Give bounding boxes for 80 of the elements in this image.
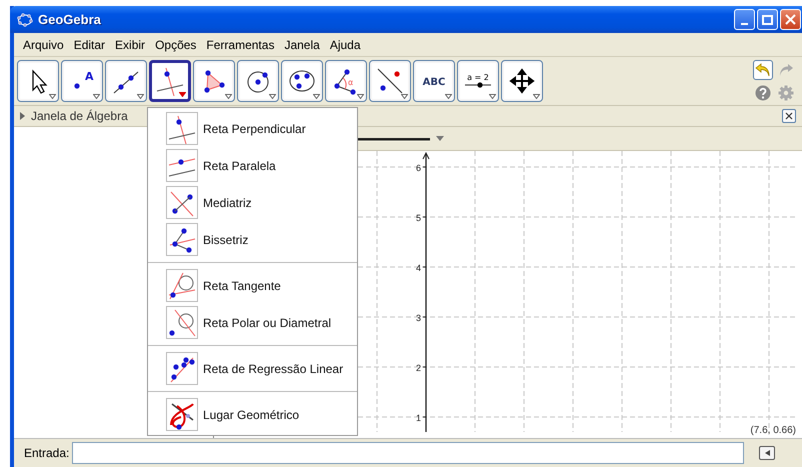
dropdown-triangle-icon [49,94,56,99]
tool-button[interactable]: ABC [413,60,455,102]
tool-button[interactable] [281,60,323,102]
dropdown-item[interactable]: Reta Polar ou Diametral [148,304,357,341]
tool-button[interactable] [149,60,191,102]
dropdown-triangle-icon [489,94,496,99]
text-tool-icon: ABC [419,66,449,96]
dropdown-triangle-icon [445,94,452,99]
perpendicular-tool-icon [155,66,185,96]
dropdown-item-label: Lugar Geométrico [203,408,300,422]
axis-tick-label: 4 [416,263,421,273]
dropdown-triangle-icon [225,94,232,99]
undo-button[interactable] [753,60,773,80]
menu-item[interactable]: Exibir [110,38,150,52]
menu-item[interactable]: Ajuda [324,38,366,52]
dropdown-item[interactable]: Reta Paralela [148,147,357,184]
tool-button[interactable] [193,60,235,102]
help-icon [755,84,771,100]
menu-item[interactable]: Arquivo [18,38,69,52]
left-triangle-icon [764,450,770,456]
view-title: Janela de Álgebra [31,109,128,123]
dropdown-triangle-icon [357,94,364,99]
dropdown-item[interactable]: Reta Tangente [148,267,357,304]
menu-item[interactable]: Editar [68,38,110,52]
dropdown-item-label: Reta de Regressão Linear [203,362,344,376]
dropdown-item-label: Reta Perpendicular [203,122,306,136]
close-view-button[interactable] [782,109,796,123]
tool-button[interactable]: A [61,60,103,102]
dropdown-item[interactable]: Lugar Geométrico [148,396,357,433]
dropdown-triangle-icon [269,94,276,99]
close-icon [785,14,796,25]
menu-item[interactable]: Opções [150,38,202,52]
input-field[interactable] [72,442,744,464]
caret-icon [436,136,444,141]
axis-tick-label: 5 [416,213,421,223]
dropdown-item-label: Reta Polar ou Diametral [203,316,332,330]
dropdown-triangle-icon [93,94,100,99]
coordinates-label: (7.6, 0.66) [750,425,796,436]
dropdown-item[interactable]: Mediatriz [148,184,357,221]
axis-tick-label: 1 [416,413,421,423]
reflect-tool-icon [375,66,405,96]
menu-item[interactable]: Janela [279,38,325,52]
dropdown-triangle-icon [179,92,186,97]
app-logo-icon [17,12,33,26]
input-label: Entrada: [24,446,70,460]
expand-icon[interactable] [20,112,25,120]
menu-item[interactable]: Ferramentas [201,38,280,52]
dropdown-triangle-icon [313,94,320,99]
redo-icon [778,62,794,76]
dropdown-item-label: Reta Tangente [203,278,281,292]
dropdown-item[interactable]: Reta de Regressão Linear [148,350,357,387]
minimize-icon [741,22,748,24]
close-button[interactable] [780,9,801,30]
tool-button[interactable] [237,60,279,102]
dropdown-item-label: Bissetriz [203,232,248,246]
dropdown-item[interactable]: Reta Perpendicular [148,110,357,147]
minimize-button[interactable] [734,9,755,30]
axis-tick-label: 2 [416,363,421,373]
axis-tick-label: 3 [416,313,421,323]
window-title: GeoGebra [38,12,101,27]
pan-tool-icon [507,66,537,96]
settings-icon [778,84,794,100]
maximize-icon [762,14,773,24]
tool-button[interactable] [369,60,411,102]
dropdown-triangle-icon [533,94,540,99]
tool-button[interactable]: a = 2 [457,60,499,102]
tool-button[interactable] [17,60,59,102]
dropdown-triangle-icon [137,94,144,99]
tool-button[interactable] [105,60,147,102]
dropdown-item[interactable]: Bissetriz [148,221,357,258]
help-button[interactable] [753,82,773,102]
dropdown-item-label: Mediatriz [203,196,252,210]
close-icon [785,112,793,120]
history-button[interactable] [759,446,776,460]
maximize-button[interactable] [757,9,778,30]
undo-icon [755,62,771,76]
axis-tick-label: 6 [416,163,421,173]
tool-button[interactable] [501,60,543,102]
dropdown-triangle-icon [401,94,408,99]
dropdown-item-label: Reta Paralela [203,158,276,172]
